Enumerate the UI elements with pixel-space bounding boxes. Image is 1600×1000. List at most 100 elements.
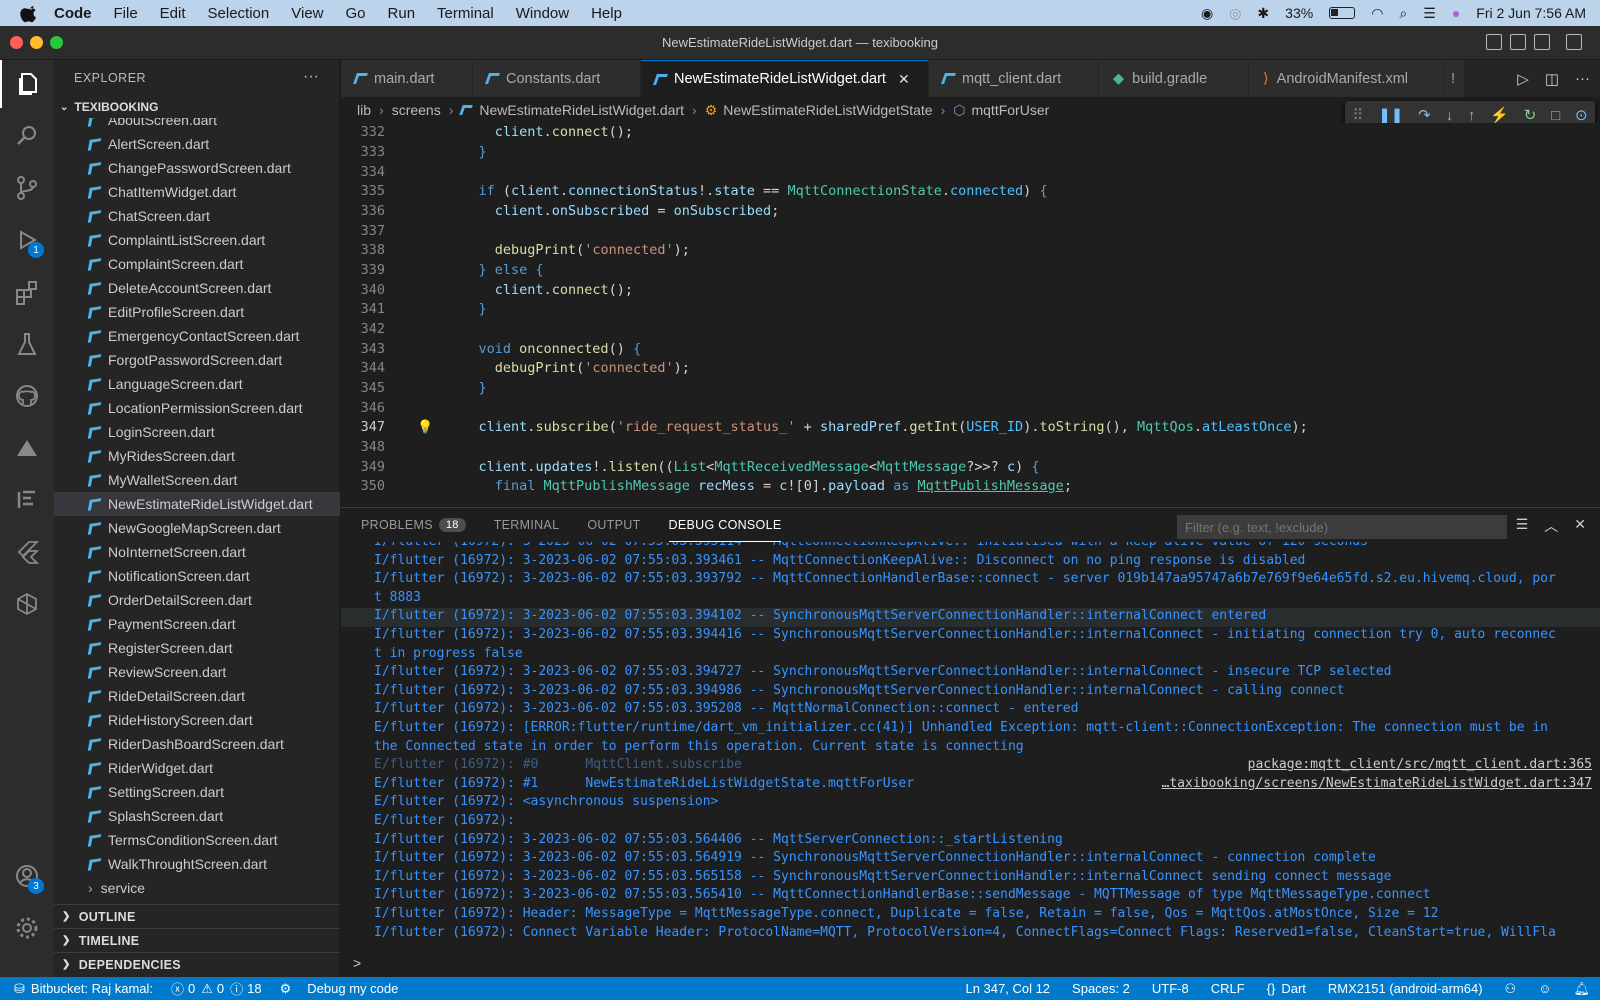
file-item[interactable]: OrderDetailScreen.dart: [54, 588, 340, 612]
menubar-clock[interactable]: Fri 2 Jun 7:56 AM: [1476, 5, 1586, 21]
stack-trace-link[interactable]: …taxibooking/screens/NewEstimateRideList…: [1162, 776, 1592, 791]
file-item[interactable]: AlertScreen.dart: [54, 132, 340, 156]
remote-indicator-icon[interactable]: ⛁: [14, 981, 25, 997]
file-item[interactable]: RiderDashBoardScreen.dart: [54, 732, 340, 756]
info-icon[interactable]: ⓘ: [230, 979, 243, 998]
breadcrumb-method[interactable]: mqttForUser: [971, 102, 1049, 118]
step-out-icon[interactable]: ↑: [1468, 107, 1476, 124]
line-endings[interactable]: CRLF: [1211, 981, 1245, 996]
file-item[interactable]: RideDetailScreen.dart: [54, 684, 340, 708]
maximize-panel-icon[interactable]: ︿: [1544, 516, 1558, 536]
airdrop-icon[interactable]: ◎: [1229, 5, 1241, 22]
file-item[interactable]: SplashScreen.dart: [54, 804, 340, 828]
split-editor-icon[interactable]: ◫: [1545, 70, 1559, 88]
file-item[interactable]: RideHistoryScreen.dart: [54, 708, 340, 732]
breadcrumb-screens[interactable]: screens: [392, 102, 441, 118]
lightbulb-icon[interactable]: 💡: [417, 420, 433, 435]
menu-run[interactable]: Run: [388, 5, 416, 22]
outline-list-icon[interactable]: [0, 476, 54, 524]
file-item[interactable]: ComplaintListScreen.dart: [54, 228, 340, 252]
breadcrumb-lib[interactable]: lib: [357, 102, 371, 118]
battery-icon[interactable]: [1329, 7, 1356, 19]
file-item[interactable]: LanguageScreen.dart: [54, 372, 340, 396]
file-item[interactable]: MyRidesScreen.dart: [54, 444, 340, 468]
hot-reload-icon[interactable]: ⚡: [1490, 106, 1509, 124]
dependencies-section[interactable]: ❯ DEPENDENCIES: [54, 952, 340, 976]
minimize-window-button[interactable]: [30, 36, 43, 49]
manage-gear-icon[interactable]: [0, 904, 54, 952]
file-item[interactable]: NewGoogleMapScreen.dart: [54, 516, 340, 540]
debug-config-label[interactable]: Debug my code: [307, 981, 398, 996]
control-center-icon[interactable]: ☰: [1423, 5, 1436, 22]
file-item[interactable]: ChangePasswordScreen.dart: [54, 156, 340, 180]
spotlight-search-icon[interactable]: ⌕: [1399, 5, 1407, 22]
remote-explorer-icon[interactable]: [0, 424, 54, 472]
debug-console-filter-input[interactable]: [1177, 515, 1507, 539]
file-item[interactable]: PaymentScreen.dart: [54, 612, 340, 636]
breadcrumb-class[interactable]: NewEstimateRideListWidgetState: [723, 102, 932, 118]
inspect-widget-icon[interactable]: ⊙: [1575, 106, 1588, 124]
error-count[interactable]: 0: [188, 981, 195, 996]
file-item[interactable]: ComplaintScreen.dart: [54, 252, 340, 276]
tab-debug-console[interactable]: DEBUG CONSOLE: [668, 508, 782, 542]
source-control-icon[interactable]: [0, 164, 54, 212]
file-item[interactable]: RiderWidget.dart: [54, 756, 340, 780]
menu-view[interactable]: View: [291, 5, 323, 22]
pause-icon[interactable]: ❚❚: [1378, 106, 1403, 124]
timeline-section[interactable]: ❯ TIMELINE: [54, 928, 340, 952]
customize-layout-icon[interactable]: [1566, 34, 1582, 50]
extensions-icon[interactable]: [0, 268, 54, 316]
menu-file[interactable]: File: [114, 5, 138, 22]
file-item[interactable]: RegisterScreen.dart: [54, 636, 340, 660]
apple-icon[interactable]: [20, 3, 40, 23]
wifi-icon[interactable]: ◠: [1371, 5, 1383, 22]
toggle-primary-sidebar-icon[interactable]: [1486, 34, 1502, 50]
step-over-icon[interactable]: ↷: [1418, 106, 1431, 124]
tab-main-dart[interactable]: main.dart: [341, 60, 473, 97]
indentation[interactable]: Spaces: 2: [1072, 981, 1130, 996]
file-item[interactable]: WalkThroughtScreen.dart: [54, 852, 340, 876]
menu-go[interactable]: Go: [346, 5, 366, 22]
siri-icon[interactable]: ●: [1452, 5, 1460, 21]
menu-app-name[interactable]: Code: [54, 5, 92, 22]
toggle-panel-icon[interactable]: [1510, 34, 1526, 50]
menu-terminal[interactable]: Terminal: [437, 5, 494, 22]
step-into-icon[interactable]: ↓: [1446, 107, 1454, 124]
cursor-position[interactable]: Ln 347, Col 12: [965, 981, 1050, 996]
stop-icon[interactable]: □: [1551, 107, 1560, 124]
testing-icon[interactable]: [0, 320, 54, 368]
tab-new-estimate-ride-list-widget[interactable]: NewEstimateRideListWidget.dart ✕: [641, 60, 929, 97]
accounts-icon[interactable]: 3: [0, 852, 54, 900]
language-mode[interactable]: {} Dart: [1267, 981, 1306, 996]
live-share-icon[interactable]: ⚇: [1505, 981, 1517, 997]
run-and-debug-icon[interactable]: 1: [0, 216, 54, 264]
bluetooth-icon[interactable]: ✱: [1257, 5, 1269, 22]
tab-mqtt-client-dart[interactable]: mqtt_client.dart: [929, 60, 1099, 97]
info-count[interactable]: 18: [247, 981, 261, 996]
tab-android-manifest[interactable]: ⟩ AndroidManifest.xml: [1249, 60, 1445, 97]
warning-icon[interactable]: ⚠: [201, 981, 213, 997]
file-item[interactable]: › service: [54, 876, 340, 900]
tab-terminal[interactable]: TERMINAL: [494, 508, 560, 542]
file-item[interactable]: SettingScreen.dart: [54, 780, 340, 804]
project-folder-header[interactable]: ⌄ TEXIBOOKING: [54, 96, 339, 118]
warning-count[interactable]: 0: [217, 981, 224, 996]
close-tab-icon[interactable]: ✕: [898, 71, 910, 88]
menu-edit[interactable]: Edit: [160, 5, 186, 22]
file-item[interactable]: ForgotPasswordScreen.dart: [54, 348, 340, 372]
device-selector[interactable]: RMX2151 (android-arm64): [1328, 981, 1483, 996]
file-item[interactable]: ReviewScreen.dart: [54, 660, 340, 684]
file-item[interactable]: EditProfileScreen.dart: [54, 300, 340, 324]
tab-problems[interactable]: PROBLEMS 18: [361, 508, 466, 542]
more-actions-icon[interactable]: ···: [303, 68, 319, 86]
file-item[interactable]: ChatScreen.dart: [54, 204, 340, 228]
file-encoding[interactable]: UTF-8: [1152, 981, 1189, 996]
drag-handle-icon[interactable]: ⠿: [1352, 106, 1363, 124]
feedback-icon[interactable]: ☺: [1538, 981, 1551, 996]
file-item[interactable]: AboutScreen.dart: [54, 118, 340, 132]
maximize-window-button[interactable]: [50, 36, 63, 49]
restart-icon[interactable]: ↻: [1524, 106, 1537, 124]
github-icon[interactable]: [0, 372, 54, 420]
file-item[interactable]: EmergencyContactScreen.dart: [54, 324, 340, 348]
close-panel-icon[interactable]: ✕: [1574, 516, 1586, 536]
